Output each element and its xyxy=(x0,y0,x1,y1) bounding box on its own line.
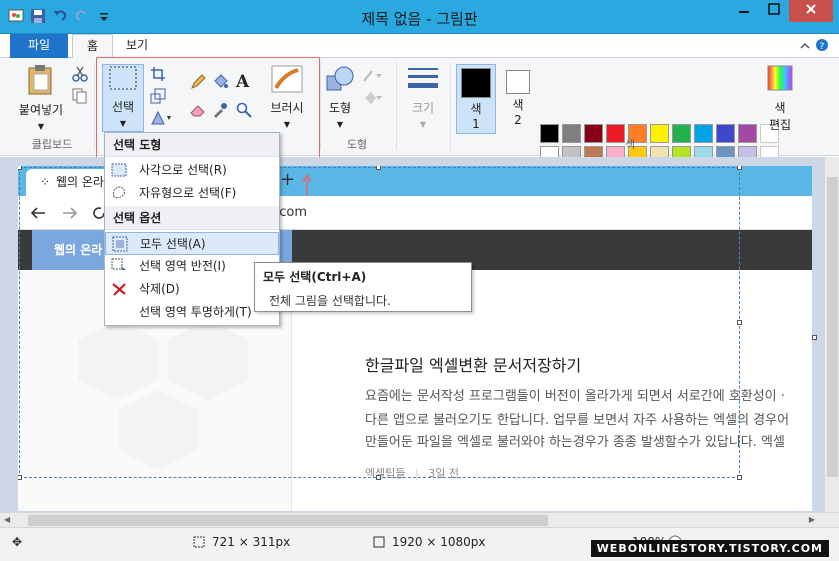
chevron-down-icon: ▼ xyxy=(37,122,45,131)
scroll-right-icon[interactable]: ▶ xyxy=(809,515,815,524)
free-select-icon xyxy=(113,186,125,199)
colors-group-label: 색 xyxy=(624,138,636,151)
color1-swatch xyxy=(461,68,491,98)
menu-header-shape: 선택 도형 xyxy=(105,133,279,157)
delete-icon xyxy=(112,283,126,296)
menu-item-free-select[interactable]: 자유형으로 선택(F) xyxy=(105,182,279,205)
edit-colors-button[interactable]: 색 편집 xyxy=(762,64,798,133)
selection-handle[interactable] xyxy=(18,475,22,480)
menu-item-rect-select[interactable]: 사각으로 선택(R) xyxy=(105,159,279,182)
scroll-left-icon[interactable]: ◀ xyxy=(4,515,10,524)
color2-swatch xyxy=(506,70,530,94)
color-swatch[interactable] xyxy=(562,124,581,143)
selection-handle[interactable] xyxy=(737,166,742,170)
color1-button[interactable]: 색 1 xyxy=(456,64,496,134)
selection-size-icon xyxy=(192,535,206,552)
svg-text:?: ? xyxy=(820,42,825,52)
chevron-down-icon: ▼ xyxy=(336,120,344,129)
paste-icon xyxy=(28,65,52,95)
tab-view[interactable]: 보기 xyxy=(112,34,162,58)
selection-handle[interactable] xyxy=(737,320,742,325)
shapes-button[interactable]: 도형 ▼ xyxy=(322,64,358,130)
maximize-button[interactable] xyxy=(759,0,789,22)
color-swatch[interactable] xyxy=(694,124,713,143)
size-button[interactable]: 크기 ▼ xyxy=(402,64,444,130)
move-cursor-icon: ✥ xyxy=(12,535,23,549)
separator xyxy=(94,62,95,150)
invert-selection-icon xyxy=(111,258,126,270)
shapes-group-label: 도형 xyxy=(346,138,368,151)
status-bar: ✥ 721 × 311px 1920 × 1080px 100% WEBONLI… xyxy=(0,527,839,561)
color-swatch[interactable] xyxy=(738,124,757,143)
watermark: WEBONLINESTORY.TISTORY.COM xyxy=(590,540,829,557)
vertical-scroll-thumb[interactable] xyxy=(827,177,838,477)
paste-button[interactable]: 붙여넣기 ▼ xyxy=(18,64,64,132)
tooltip: 모두 선택(Ctrl+A) 전체 그림을 선택합니다. xyxy=(254,262,472,312)
collapse-ribbon-icon[interactable] xyxy=(799,41,815,55)
cut-icon[interactable] xyxy=(72,66,88,82)
color-swatch[interactable] xyxy=(672,124,691,143)
selection-handle[interactable] xyxy=(18,166,22,170)
menu-item-transparent-selection[interactable]: 선택 영역 투명하게(T) xyxy=(105,301,279,324)
color-swatch[interactable] xyxy=(540,124,559,143)
close-button[interactable] xyxy=(789,0,833,22)
chevron-down-icon: ▼ xyxy=(419,120,427,129)
color-swatch[interactable] xyxy=(716,124,735,143)
ribbon-controls: ? xyxy=(799,38,829,55)
image-size: 1920 × 1080px xyxy=(392,535,486,549)
selection-handle[interactable] xyxy=(737,475,742,480)
separator xyxy=(396,62,397,150)
tab-home[interactable]: 홈 xyxy=(72,34,114,59)
horizontal-scroll-thumb[interactable] xyxy=(28,515,548,526)
help-icon[interactable]: ? xyxy=(815,39,829,55)
menu-item-select-all[interactable]: 모두 선택(A) xyxy=(105,232,279,255)
separator xyxy=(450,62,451,150)
rect-select-icon xyxy=(111,163,127,177)
copy-icon[interactable] xyxy=(72,88,88,104)
tab-file[interactable]: 파일 xyxy=(10,34,68,58)
canvas-resize-handle[interactable] xyxy=(812,335,817,340)
shapes-icon xyxy=(326,66,354,91)
vertical-scrollbar[interactable] xyxy=(824,157,839,512)
ribbon-tabs: 파일 홈 보기 ? xyxy=(0,34,839,59)
menu-header-options: 선택 옵션 xyxy=(105,206,279,230)
color2-button[interactable]: 색 2 xyxy=(500,64,536,127)
separator xyxy=(320,62,321,150)
title-bar: 제목 없음 - 그림판 xyxy=(0,0,839,34)
selection-size: 721 × 311px xyxy=(212,535,291,549)
line-size-icon xyxy=(408,68,438,88)
menu-item-delete[interactable]: 삭제(D) xyxy=(105,278,279,301)
selection-handle[interactable] xyxy=(376,166,381,170)
minimize-button[interactable] xyxy=(729,0,759,22)
horizontal-scrollbar[interactable]: ◀ ▶ xyxy=(0,512,839,527)
image-size-icon xyxy=(372,535,386,552)
selection-handle[interactable] xyxy=(376,475,381,480)
window-title: 제목 없음 - 그림판 xyxy=(361,10,478,28)
color-wheel-icon xyxy=(767,65,793,91)
fill-shape-icon xyxy=(362,90,384,106)
menu-item-invert-selection[interactable]: 선택 영역 반전(I) xyxy=(105,255,279,278)
clipboard-group-label: 클립보드 xyxy=(31,138,73,151)
outline-icon xyxy=(362,68,384,84)
select-all-icon xyxy=(112,236,128,252)
window-controls xyxy=(729,0,833,22)
